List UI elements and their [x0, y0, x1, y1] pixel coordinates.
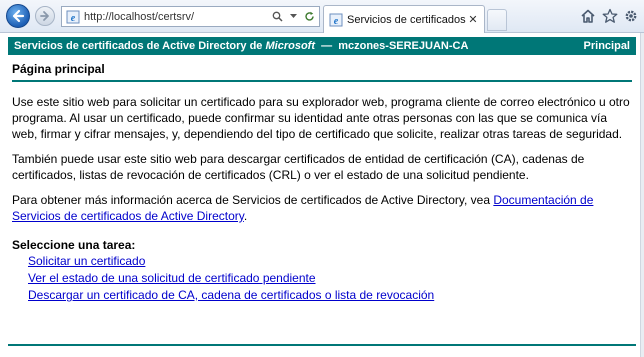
task-list: Solicitar un certificado Ver el estado d…	[28, 253, 632, 304]
home-icon[interactable]	[579, 7, 597, 25]
refresh-icon[interactable]	[303, 10, 315, 24]
view-pending-request-link[interactable]: Ver el estado de una solicitud de certif…	[28, 270, 632, 287]
main-content: Página principal Use este sitio web para…	[12, 62, 632, 304]
home-link[interactable]: Principal	[584, 40, 630, 52]
back-button[interactable]	[6, 4, 30, 28]
request-certificate-link[interactable]: Solicitar un certificado	[28, 253, 632, 270]
more-info-paragraph: Para obtener más información acerca de S…	[12, 192, 632, 224]
scrollbar[interactable]	[640, 33, 644, 357]
back-arrow-icon	[12, 9, 25, 23]
address-bar[interactable]: e http://localhost/certsrv/	[61, 6, 320, 27]
new-tab-button[interactable]	[487, 9, 507, 31]
more-info-text: Para obtener más información acerca de S…	[12, 193, 494, 207]
forward-button[interactable]	[35, 6, 55, 26]
download-ca-certificate-link[interactable]: Descargar un certificado de CA, cadena d…	[28, 287, 632, 304]
forward-arrow-icon	[40, 11, 49, 21]
search-icon[interactable]	[271, 10, 283, 24]
browser-tab[interactable]: e Servicios de certificados de ... ✕	[323, 5, 485, 33]
heading-divider	[12, 80, 632, 82]
close-icon[interactable]: ✕	[466, 13, 480, 27]
tab-title: Servicios de certificados de ...	[347, 13, 466, 26]
address-url[interactable]: http://localhost/certsrv/	[84, 11, 271, 23]
svg-text:e: e	[71, 13, 76, 24]
favorites-star-icon[interactable]	[601, 7, 619, 25]
more-info-period: .	[243, 209, 248, 223]
page-title: Página principal	[12, 62, 105, 76]
download-paragraph: También puede usar este sitio web para d…	[12, 152, 585, 182]
page-content: Servicios de certificados de Active Dire…	[0, 33, 644, 357]
banner-title-prefix: Servicios de certificados de Active Dire…	[14, 40, 266, 52]
banner-ca-name: — mczones-SEREJUAN-CA	[314, 40, 469, 52]
site-banner: Servicios de certificados de Active Dire…	[8, 37, 636, 55]
intro-paragraph: Use este sitio web para solicitar un cer…	[12, 95, 630, 141]
footer-divider	[8, 344, 636, 346]
svg-text:e: e	[334, 16, 339, 27]
dropdown-arrow-icon[interactable]	[287, 10, 299, 24]
task-heading: Seleccione una tarea:	[12, 238, 136, 252]
ie-page-icon: e	[329, 13, 343, 27]
banner-brand: Microsoft	[265, 40, 315, 52]
settings-gear-icon[interactable]	[622, 7, 640, 25]
ie-page-icon: e	[66, 10, 80, 24]
browser-toolbar: e http://localhost/certsrv/ e Servicios …	[0, 0, 644, 33]
